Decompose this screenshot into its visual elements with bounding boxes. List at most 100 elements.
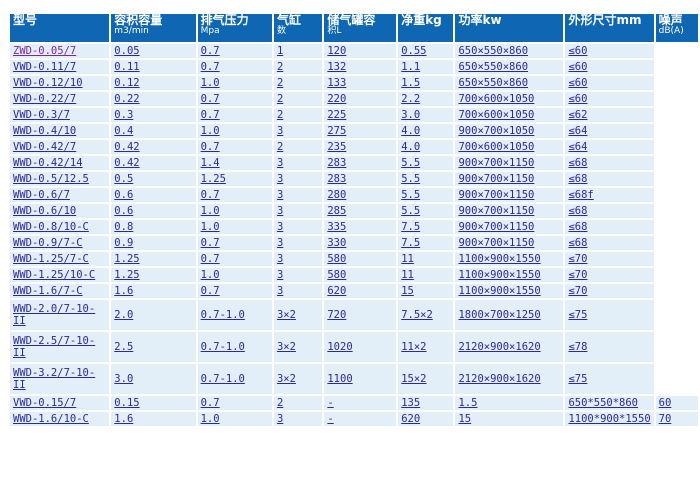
value-link[interactable]: ≤75: [568, 309, 587, 321]
value-link[interactable]: 132: [327, 61, 346, 73]
value-link[interactable]: 650×550×860: [458, 61, 528, 73]
value-link[interactable]: 0.42: [114, 141, 139, 153]
value-link[interactable]: 1.25: [201, 173, 226, 185]
model-link[interactable]: WWD-0.5/12.5: [13, 173, 89, 185]
value-link[interactable]: 235: [327, 141, 346, 153]
value-link[interactable]: 3×2: [277, 309, 296, 321]
value-link[interactable]: 0.12: [114, 77, 139, 89]
value-link[interactable]: 5.5: [401, 173, 420, 185]
value-link[interactable]: 1.0: [201, 221, 220, 233]
value-link[interactable]: 3: [277, 157, 283, 169]
value-link[interactable]: 70: [659, 413, 672, 425]
value-link[interactable]: 3: [277, 237, 283, 249]
model-link[interactable]: WWD-3.2/7-10-II: [13, 367, 95, 391]
value-link[interactable]: -: [327, 413, 333, 425]
value-link[interactable]: ≤68: [568, 221, 587, 233]
model-link[interactable]: WWD-0.6/7: [13, 189, 70, 201]
value-link[interactable]: 7.5: [401, 221, 420, 233]
value-link[interactable]: ≤70: [568, 269, 587, 281]
value-link[interactable]: 220: [327, 93, 346, 105]
value-link[interactable]: 3.0: [114, 373, 133, 385]
value-link[interactable]: ≤70: [568, 285, 587, 297]
value-link[interactable]: 3: [277, 173, 283, 185]
value-link[interactable]: 15×2: [401, 373, 426, 385]
value-link[interactable]: 3×2: [277, 341, 296, 353]
value-link[interactable]: 1800×700×1250: [458, 309, 540, 321]
value-link[interactable]: ≤64: [568, 125, 587, 137]
value-link[interactable]: 0.6: [114, 205, 133, 217]
model-link[interactable]: WWD-2.5/7-10-II: [13, 335, 95, 359]
value-link[interactable]: ≤68: [568, 157, 587, 169]
value-link[interactable]: 0.6: [114, 189, 133, 201]
value-link[interactable]: 7.5×2: [401, 309, 433, 321]
value-link[interactable]: 1.0: [201, 269, 220, 281]
value-link[interactable]: 1.0: [201, 413, 220, 425]
value-link[interactable]: 4.0: [401, 141, 420, 153]
value-link[interactable]: 11: [401, 269, 414, 281]
value-link[interactable]: 0.15: [114, 397, 139, 409]
value-link[interactable]: 900×700×1150: [458, 157, 534, 169]
value-link[interactable]: 1.4: [201, 157, 220, 169]
value-link[interactable]: 2120×900×1620: [458, 373, 540, 385]
value-link[interactable]: 0.7: [201, 45, 220, 57]
value-link[interactable]: 650*550*860: [568, 397, 638, 409]
value-link[interactable]: 0.55: [401, 45, 426, 57]
value-link[interactable]: 2: [277, 141, 283, 153]
value-link[interactable]: 0.7: [201, 397, 220, 409]
value-link[interactable]: 2: [277, 61, 283, 73]
value-link[interactable]: 0.7-1.0: [201, 373, 245, 385]
model-link[interactable]: WWD-2.0/7-10-II: [13, 303, 95, 327]
value-link[interactable]: ≤75: [568, 373, 587, 385]
value-link[interactable]: 700×600×1050: [458, 93, 534, 105]
value-link[interactable]: 283: [327, 157, 346, 169]
value-link[interactable]: 0.7: [201, 189, 220, 201]
value-link[interactable]: 3: [277, 205, 283, 217]
value-link[interactable]: 0.9: [114, 237, 133, 249]
value-link[interactable]: ≤68: [568, 205, 587, 217]
model-link[interactable]: VWD-0.22/7: [13, 93, 76, 105]
value-link[interactable]: 720: [327, 309, 346, 321]
value-link[interactable]: 15: [458, 413, 471, 425]
value-link[interactable]: 1.0: [201, 125, 220, 137]
value-link[interactable]: 1.6: [114, 285, 133, 297]
value-link[interactable]: 2: [277, 397, 283, 409]
model-link[interactable]: WWD-0.8/10-C: [13, 221, 89, 233]
value-link[interactable]: 0.7: [201, 93, 220, 105]
value-link[interactable]: 15: [401, 285, 414, 297]
value-link[interactable]: 3×2: [277, 373, 296, 385]
value-link[interactable]: 900×700×1150: [458, 189, 534, 201]
value-link[interactable]: 0.7: [201, 61, 220, 73]
value-link[interactable]: ≤68: [568, 237, 587, 249]
value-link[interactable]: 1.5: [458, 397, 477, 409]
value-link[interactable]: 1020: [327, 341, 352, 353]
value-link[interactable]: 2120×900×1620: [458, 341, 540, 353]
value-link[interactable]: 2: [277, 93, 283, 105]
value-link[interactable]: 1.25: [114, 253, 139, 265]
value-link[interactable]: 620: [401, 413, 420, 425]
value-link[interactable]: ≤60: [568, 77, 587, 89]
value-link[interactable]: 620: [327, 285, 346, 297]
value-link[interactable]: 2: [277, 109, 283, 121]
value-link[interactable]: 1100×900×1550: [458, 253, 540, 265]
value-link[interactable]: 0.7: [201, 285, 220, 297]
value-link[interactable]: ≤70: [568, 253, 587, 265]
model-link[interactable]: WWD-1.25/10-C: [13, 269, 95, 281]
value-link[interactable]: 3.0: [401, 109, 420, 121]
value-link[interactable]: 1.1: [401, 61, 420, 73]
value-link[interactable]: 275: [327, 125, 346, 137]
value-link[interactable]: 0.4: [114, 125, 133, 137]
value-link[interactable]: 2.0: [114, 309, 133, 321]
value-link[interactable]: ≤60: [568, 61, 587, 73]
value-link[interactable]: 0.7-1.0: [201, 341, 245, 353]
value-link[interactable]: 0.5: [114, 173, 133, 185]
value-link[interactable]: ≤64: [568, 141, 587, 153]
value-link[interactable]: 0.42: [114, 157, 139, 169]
value-link[interactable]: 0.7: [201, 237, 220, 249]
value-link[interactable]: 0.8: [114, 221, 133, 233]
model-link[interactable]: VWD-0.15/7: [13, 397, 76, 409]
value-link[interactable]: 280: [327, 189, 346, 201]
value-link[interactable]: 0.05: [114, 45, 139, 57]
value-link[interactable]: 133: [327, 77, 346, 89]
value-link[interactable]: 0.7: [201, 109, 220, 121]
value-link[interactable]: 11×2: [401, 341, 426, 353]
